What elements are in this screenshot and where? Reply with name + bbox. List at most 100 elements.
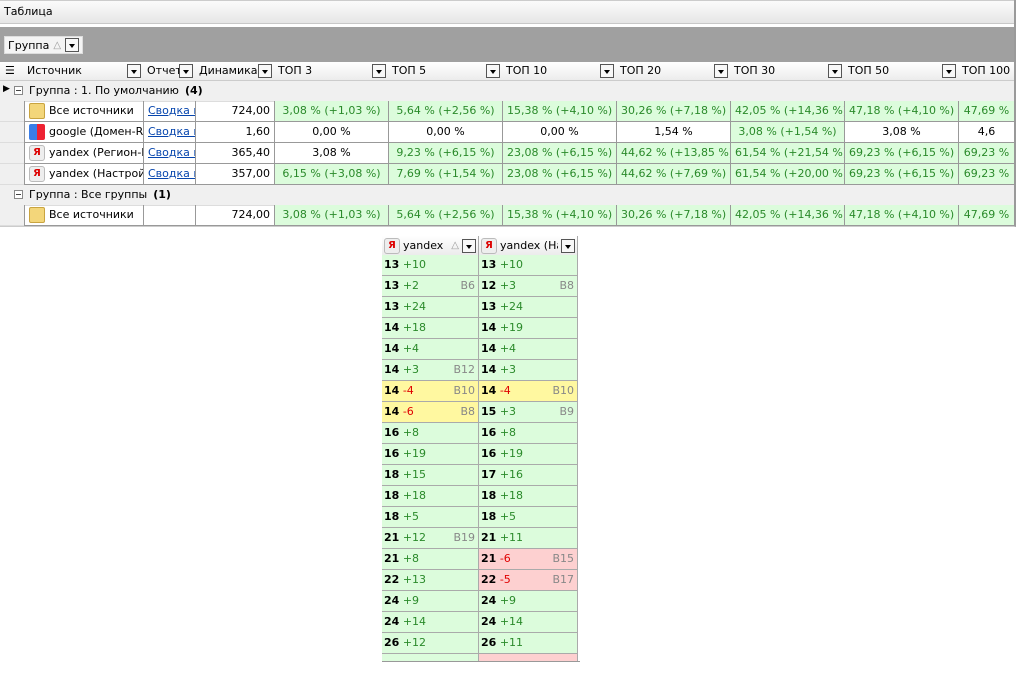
position-cell: 17 +16 bbox=[479, 465, 578, 486]
position-cell: 14 -4 B10 bbox=[479, 381, 578, 402]
position-cell: 13 +24 bbox=[479, 297, 578, 318]
table-row[interactable]: Все источники 724,00 3,08 % (+1,03 %) 5,64 … bbox=[0, 205, 1015, 226]
column-header[interactable]: ТОП 50 bbox=[845, 62, 959, 81]
position-cell bbox=[479, 654, 578, 661]
group-label: Группа : Все группы bbox=[29, 188, 148, 201]
top-cell: 69,23 % bbox=[959, 164, 1015, 185]
group-row[interactable]: Группа : Все группы (1) bbox=[0, 185, 1014, 206]
report-link[interactable]: Сводка г bbox=[144, 164, 196, 185]
filter-dropdown-icon[interactable] bbox=[258, 64, 272, 78]
position-cell: 18 +18 bbox=[382, 486, 479, 507]
source-name: yandex (Настройі bbox=[49, 167, 144, 180]
column-header[interactable]: ТОП 3 bbox=[275, 62, 389, 81]
filter-dropdown-icon[interactable] bbox=[179, 64, 193, 78]
position-cell: 18 +5 bbox=[382, 507, 479, 528]
column-header[interactable]: ТОП 30 bbox=[731, 62, 845, 81]
positions-grid: Яyandex △ Яyandex (На 13 +10 13 +10 13 +2 B6 12… bbox=[382, 236, 580, 662]
report-link[interactable] bbox=[144, 205, 196, 226]
column-header[interactable]: ТОП 100 bbox=[959, 62, 1015, 81]
position-cell: 16 +8 bbox=[479, 423, 578, 444]
filter-dropdown-icon[interactable] bbox=[127, 64, 141, 78]
column-header[interactable]: ТОП 10 bbox=[503, 62, 617, 81]
position-cell: 14 +3 B12 bbox=[382, 360, 479, 381]
top-cell: 47,69 % bbox=[959, 101, 1015, 122]
top-cell: 61,54 % (+21,54 %) bbox=[731, 143, 845, 164]
table-row[interactable]: Все источники Сводка г 724,00 3,08 % (+1,03… bbox=[0, 101, 1015, 122]
chevron-down-icon[interactable] bbox=[65, 38, 80, 52]
column-header[interactable]: Динамика bbox=[196, 62, 275, 81]
position-cell: 13 +24 bbox=[382, 297, 479, 318]
position-cell: 14 -6 B8 bbox=[382, 402, 479, 423]
position-cell: 14 +4 bbox=[479, 339, 578, 360]
top-cell: 47,18 % (+4,10 %) bbox=[845, 101, 959, 122]
top-cell: 3,08 % (+1,03 %) bbox=[275, 101, 389, 122]
report-link[interactable]: Сводка г bbox=[144, 122, 196, 143]
position-cell: 15 +3 B9 bbox=[479, 402, 578, 423]
filter-dropdown-icon[interactable] bbox=[561, 238, 575, 253]
top-cell: 44,62 % (+13,85 %) bbox=[617, 143, 731, 164]
column-chooser-icon[interactable]: ☰ bbox=[2, 62, 22, 81]
group-count: (1) bbox=[153, 188, 171, 201]
top-cell: 47,69 % bbox=[959, 205, 1015, 226]
dynamics-value: 357,00 bbox=[196, 164, 275, 185]
column-header[interactable]: ТОП 20 bbox=[617, 62, 731, 81]
position-cell: 26 +11 bbox=[479, 633, 578, 654]
position-cell: 13 +10 bbox=[382, 255, 479, 276]
filter-dropdown-icon[interactable] bbox=[714, 64, 728, 78]
top-cell: 7,69 % (+1,54 %) bbox=[389, 164, 503, 185]
position-cell: 21 +12 B19 bbox=[382, 528, 479, 549]
source-name: google (Домен-Ru bbox=[49, 125, 144, 138]
group-chip[interactable]: Группа △ bbox=[4, 36, 84, 54]
dynamics-value: 724,00 bbox=[196, 205, 275, 226]
grid-column-header[interactable]: Яyandex (На bbox=[479, 236, 578, 255]
report-link[interactable]: Сводка г bbox=[144, 143, 196, 164]
top-cell: 30,26 % (+7,18 %) bbox=[617, 205, 731, 226]
column-header-row: ☰ Источник Отчет Динамика ТОП 3 ТОП 5 ТОП 10 ТО… bbox=[0, 62, 1014, 81]
top-cell: 15,38 % (+4,10 %) bbox=[503, 205, 617, 226]
window-title: Таблица bbox=[0, 0, 1014, 24]
position-cell: 13 +10 bbox=[479, 255, 578, 276]
group-row[interactable]: ▶ Группа : 1. По умолчанию (4) bbox=[0, 81, 1014, 102]
table-row[interactable]: Яyandex (Настройі Сводка г 357,00 6,15 % (+… bbox=[0, 164, 1015, 185]
top-cell: 1,54 % bbox=[617, 122, 731, 143]
position-cell: 12 +3 B8 bbox=[479, 276, 578, 297]
position-cell: 14 +19 bbox=[479, 318, 578, 339]
position-cell: 26 +12 bbox=[382, 633, 479, 654]
source-name: Все источники bbox=[49, 104, 134, 117]
position-cell: 24 +14 bbox=[479, 612, 578, 633]
google-icon bbox=[29, 124, 45, 140]
filter-dropdown-icon[interactable] bbox=[486, 64, 500, 78]
column-header[interactable]: Отчет bbox=[144, 62, 196, 81]
filter-dropdown-icon[interactable] bbox=[942, 64, 956, 78]
top-cell: 6,15 % (+3,08 %) bbox=[275, 164, 389, 185]
top-cell: 61,54 % (+20,00 %) bbox=[731, 164, 845, 185]
collapse-icon[interactable] bbox=[14, 190, 23, 199]
group-count: (4) bbox=[184, 84, 203, 97]
table-row[interactable]: Яyandex (Регион-К Сводка г 365,40 3,08 % 9,2… bbox=[0, 143, 1015, 164]
position-cell: 16 +8 bbox=[382, 423, 479, 444]
top-cell: 44,62 % (+7,69 %) bbox=[617, 164, 731, 185]
yandex-icon: Я bbox=[29, 145, 45, 161]
yandex-icon: Я bbox=[481, 237, 497, 254]
filter-dropdown-icon[interactable] bbox=[600, 64, 614, 78]
top-cell: 15,38 % (+4,10 %) bbox=[503, 101, 617, 122]
top-cell: 30,26 % (+7,18 %) bbox=[617, 101, 731, 122]
top-cell: 0,00 % bbox=[275, 122, 389, 143]
top-cell: 69,23 % (+6,15 %) bbox=[845, 164, 959, 185]
position-cell: 14 +18 bbox=[382, 318, 479, 339]
filter-dropdown-icon[interactable] bbox=[372, 64, 386, 78]
table-panel: Таблица Группа △ ☰ Источник Отчет Динамика Т… bbox=[0, 0, 1016, 227]
table-row[interactable]: google (Домен-Ru Сводка г 1,60 0,00 % 0,00 %… bbox=[0, 122, 1015, 143]
top-cell: 0,00 % bbox=[389, 122, 503, 143]
column-header[interactable]: Источник bbox=[24, 62, 144, 81]
top-cell: 42,05 % (+14,36 %) bbox=[731, 205, 845, 226]
collapse-icon[interactable] bbox=[14, 86, 23, 95]
filter-dropdown-icon[interactable] bbox=[462, 238, 476, 253]
top-cell: 0,00 % bbox=[503, 122, 617, 143]
filter-dropdown-icon[interactable] bbox=[828, 64, 842, 78]
position-cell: 18 +15 bbox=[382, 465, 479, 486]
position-cell: 14 -4 B10 bbox=[382, 381, 479, 402]
report-link[interactable]: Сводка г bbox=[144, 101, 196, 122]
grid-column-header[interactable]: Яyandex △ bbox=[382, 236, 479, 255]
column-header[interactable]: ТОП 5 bbox=[389, 62, 503, 81]
